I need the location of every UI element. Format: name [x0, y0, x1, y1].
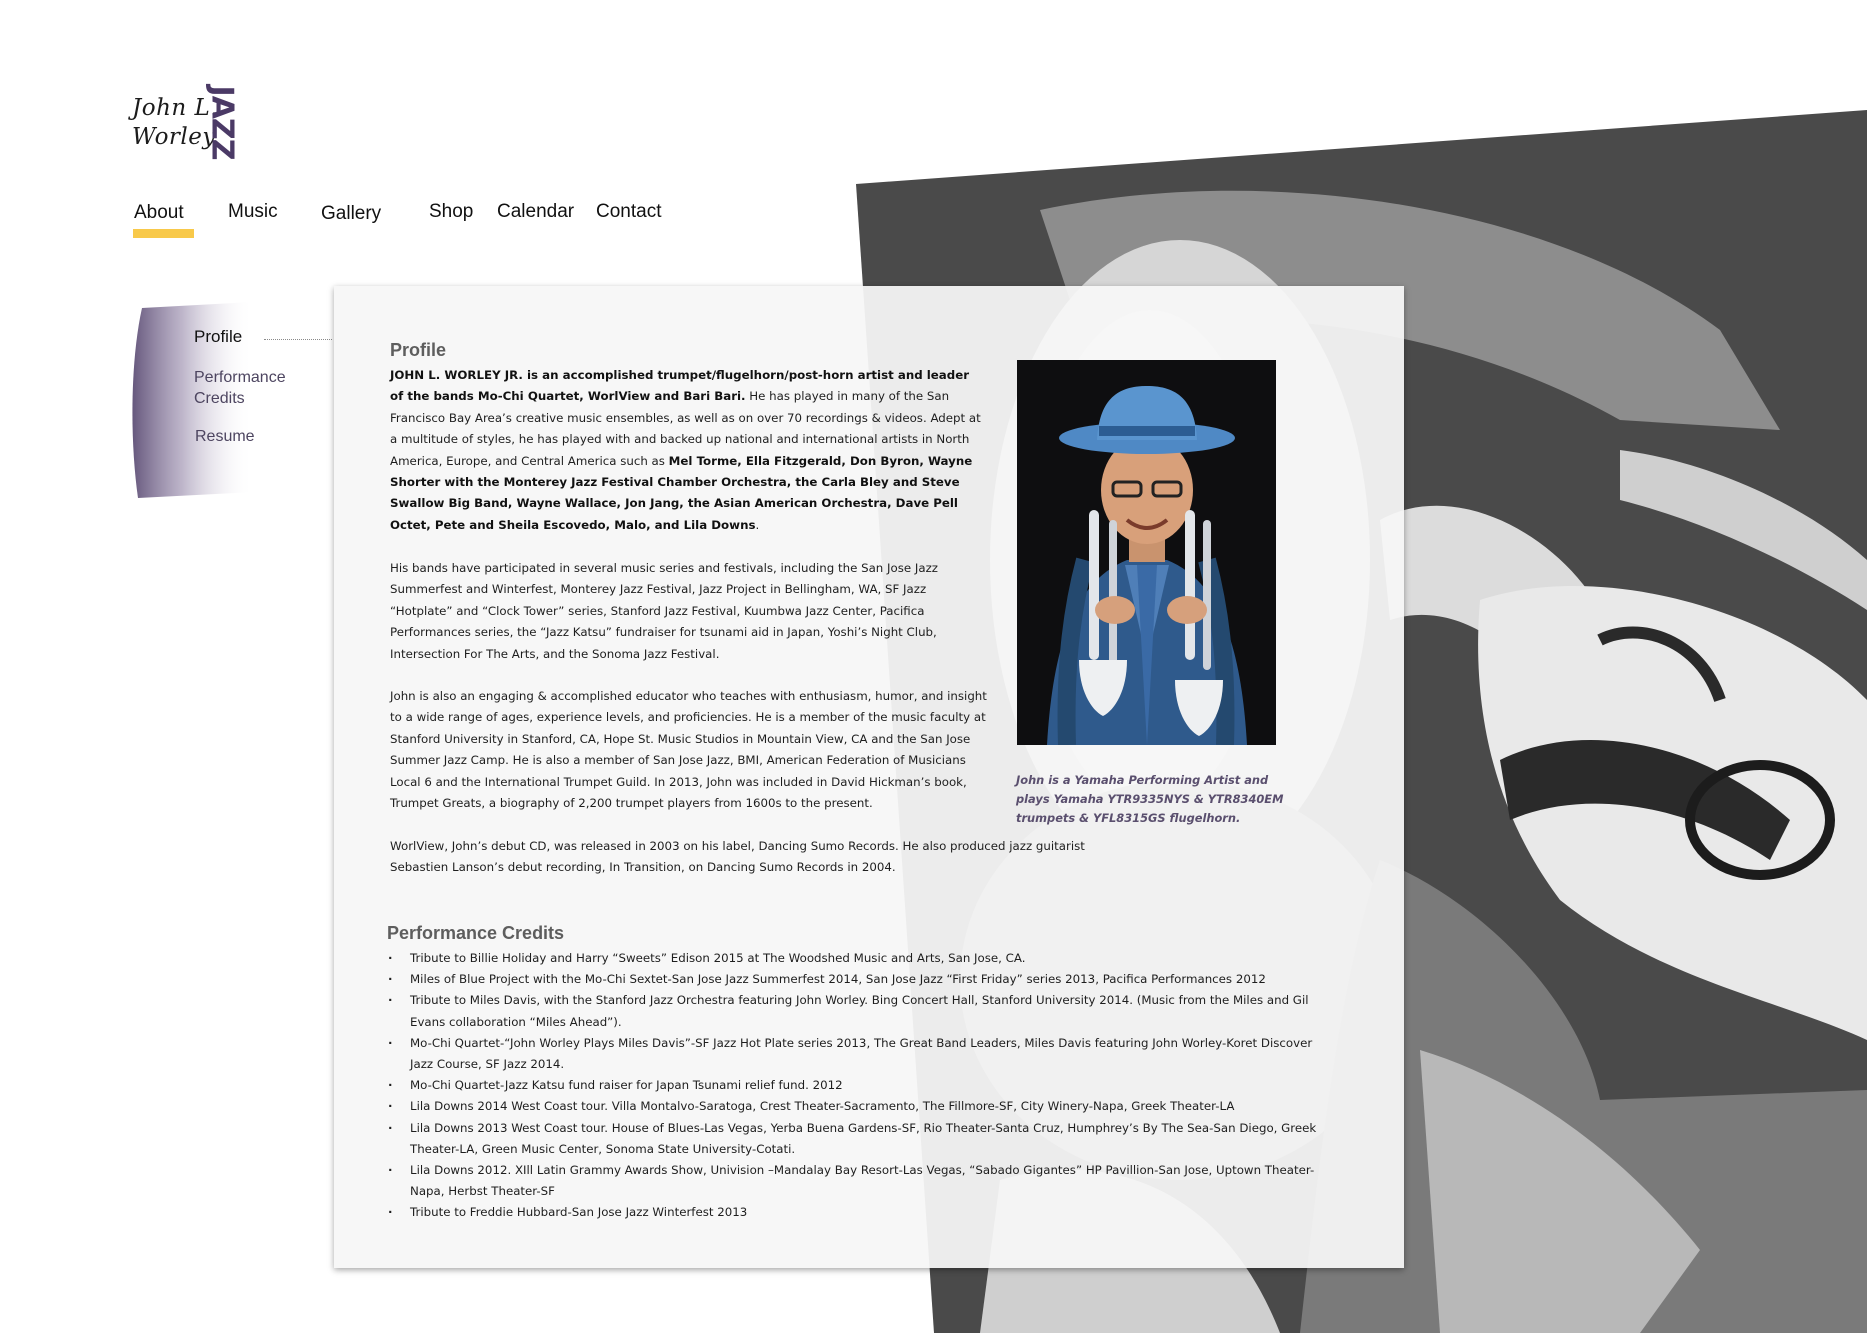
profile-intro-end: . — [755, 517, 760, 532]
performance-credits-list: Tribute to Billie Holiday and Harry “Swe… — [388, 948, 1338, 1224]
site-logo[interactable]: John L. Worley JAZZ — [132, 85, 242, 162]
list-item: Tribute to Freddie Hubbard-San Jose Jazz… — [388, 1202, 1338, 1223]
content-panel: Profile JOHN L. WORLEY JR. is an accompl… — [334, 286, 1404, 1268]
nav-calendar[interactable]: Calendar — [497, 201, 574, 223]
subnav-performance-credits[interactable]: Performance Credits — [194, 367, 314, 409]
list-item: Lila Downs 2013 West Coast tour. House o… — [388, 1118, 1338, 1160]
list-item: Tribute to Billie Holiday and Harry “Swe… — [388, 948, 1338, 969]
performance-credits-heading: Performance Credits — [387, 922, 565, 943]
subnav-profile[interactable]: Profile — [194, 327, 242, 347]
artist-photo — [1017, 360, 1276, 745]
subnav-resume[interactable]: Resume — [195, 428, 255, 446]
nav-gallery[interactable]: Gallery — [321, 203, 381, 225]
nav-shop[interactable]: Shop — [429, 201, 473, 223]
list-item: Mo-Chi Quartet-Jazz Katsu fund raiser fo… — [388, 1075, 1338, 1096]
profile-paragraph-1: JOHN L. WORLEY JR. is an accomplished tr… — [390, 365, 984, 536]
logo-jazz-word: JAZZ — [204, 85, 240, 159]
list-item: Mo-Chi Quartet-“John Worley Plays Miles … — [388, 1033, 1338, 1075]
list-item: Lila Downs 2012. XIll Latin Grammy Award… — [388, 1160, 1338, 1202]
section-subnav: Profile Performance Credits Resume — [128, 292, 336, 500]
profile-paragraph-3: John is also an engaging & accomplished … — [390, 689, 987, 811]
nav-music[interactable]: Music — [228, 201, 278, 223]
nav-about[interactable]: About — [133, 202, 194, 238]
profile-heading: Profile — [390, 339, 447, 360]
list-item: Miles of Blue Project with the Mo-Chi Se… — [388, 969, 1338, 990]
list-item: Lila Downs 2014 West Coast tour. Villa M… — [388, 1096, 1338, 1117]
subnav-active-indicator — [264, 339, 332, 340]
photo-caption: John is a Yamaha Performing Artist and p… — [1016, 773, 1284, 825]
profile-paragraph-2: His bands have participated in several m… — [390, 561, 938, 661]
profile-paragraph-4: WorlView, John’s debut CD, was released … — [390, 839, 1085, 875]
nav-contact[interactable]: Contact — [596, 201, 661, 223]
list-item: Tribute to Miles Davis, with the Stanfor… — [388, 990, 1338, 1032]
